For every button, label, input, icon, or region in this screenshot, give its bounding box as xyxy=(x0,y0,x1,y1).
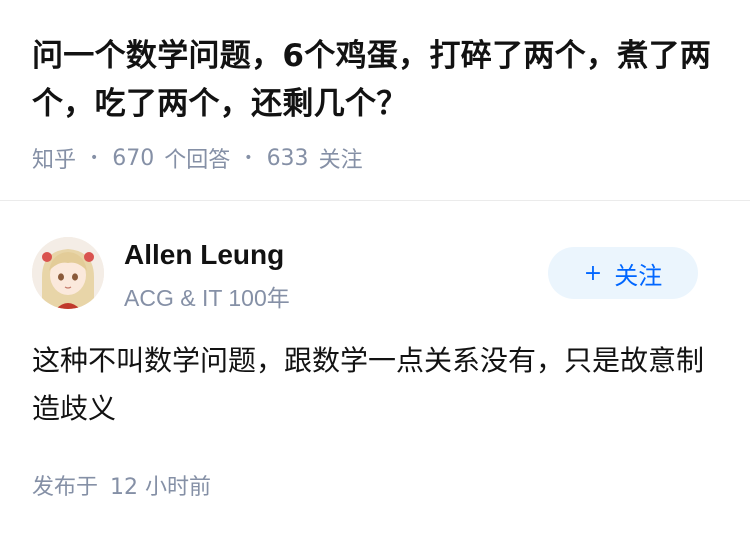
answer-count: 670 xyxy=(112,145,155,171)
question-meta: 知乎 • 670 个回答 • 633 关注 xyxy=(32,142,716,174)
author-row: Allen Leung ACG & IT 100年 + 关注 xyxy=(32,237,712,311)
separator-dot: • xyxy=(244,150,253,166)
follow-button-label: 关注 xyxy=(614,261,663,290)
avatar[interactable] xyxy=(32,237,104,309)
follow-button[interactable]: + 关注 xyxy=(548,247,698,299)
author-headline: ACG & IT 100年 xyxy=(124,285,290,311)
answer-content[interactable]: 这种不叫数学问题，跟数学一点关系没有，只是故意制造歧义 xyxy=(32,337,712,433)
publish-time-prefix: 发布于 xyxy=(32,475,99,500)
author-name[interactable]: Allen Leung xyxy=(124,239,284,271)
question-title[interactable]: 问一个数学问题，6个鸡蛋，打碎了两个，煮了两个，吃了两个，还剩几个？ xyxy=(32,32,716,128)
answer-card: Allen Leung ACG & IT 100年 + 关注 这种不叫数学问题，… xyxy=(0,201,750,538)
source-label: 知乎 xyxy=(32,148,77,173)
question-header: 问一个数学问题，6个鸡蛋，打碎了两个，煮了两个，吃了两个，还剩几个？ 知乎 • … xyxy=(0,0,750,200)
answer-count-label: 个回答 xyxy=(164,148,231,173)
follow-count: 633 xyxy=(266,145,309,171)
publish-time: 发布于 12 小时前 xyxy=(32,469,211,501)
follow-count-label: 关注 xyxy=(318,148,363,173)
plus-icon: + xyxy=(583,260,603,286)
separator-dot: • xyxy=(90,150,99,166)
publish-time-value: 12 小时前 xyxy=(110,475,212,500)
